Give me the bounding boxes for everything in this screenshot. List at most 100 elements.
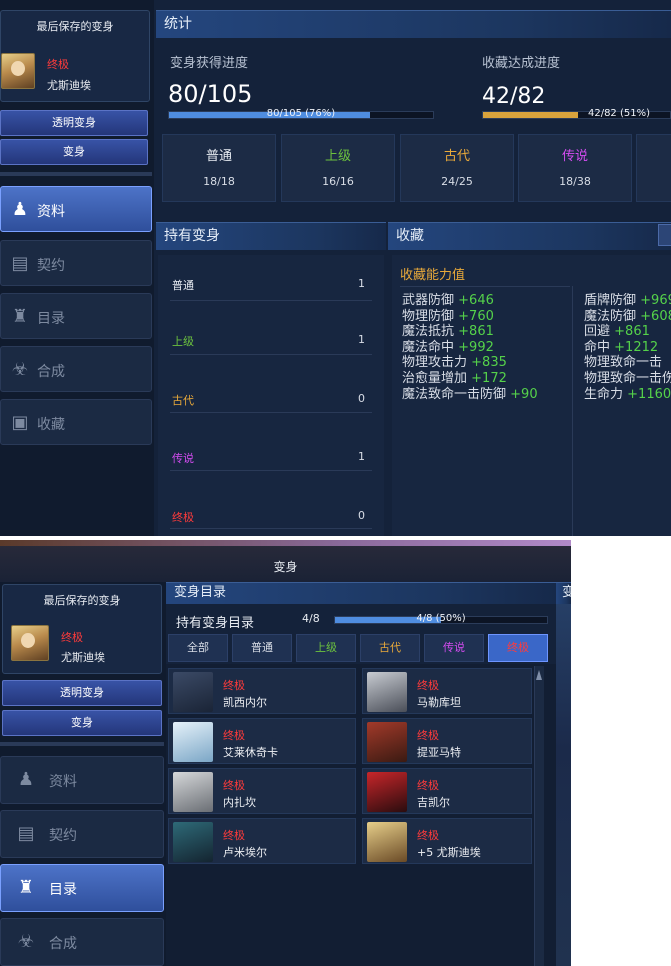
nav-item-catalog[interactable]: ♜ 目录 xyxy=(0,864,164,912)
nav-label: 目录 xyxy=(49,882,77,898)
nav-item-profile[interactable]: ♟ 资料 xyxy=(0,186,152,232)
transparent-transform-button[interactable]: 透明变身 xyxy=(0,110,148,136)
ability-label: 回避 xyxy=(584,324,611,340)
ability-label: 物理致命一击伤 xyxy=(584,370,671,386)
tab-label: 终极 xyxy=(507,641,529,654)
divider xyxy=(0,172,152,176)
ability-label: 物理防御 xyxy=(402,308,455,324)
avatar xyxy=(367,772,407,812)
nav-label: 目录 xyxy=(37,311,65,327)
ability-value: +608 xyxy=(640,308,671,324)
nav-label: 资料 xyxy=(37,204,65,220)
tab-ancient[interactable]: 古代 xyxy=(360,634,420,662)
grade-name: 古代 xyxy=(443,149,470,164)
transform-button[interactable]: 变身 xyxy=(0,139,148,165)
person-icon: ♟ xyxy=(17,769,35,790)
window-title: 变身 xyxy=(273,560,298,574)
ability-value: +172 xyxy=(471,370,507,386)
nav-item-contract[interactable]: ▤ 契约 xyxy=(0,240,152,286)
ability-value: +969 xyxy=(640,293,671,308)
owned-header: 持有变身 xyxy=(156,222,386,250)
tab-label: 上级 xyxy=(315,641,337,654)
ability-label: 物理攻击力 xyxy=(402,355,468,371)
acquire-value: 80/105 xyxy=(168,80,253,108)
avatar xyxy=(173,822,213,862)
avatar xyxy=(367,722,407,762)
nav-label: 契约 xyxy=(49,828,77,844)
tab-legend[interactable]: 传说 xyxy=(424,634,484,662)
owned-count: 4/8 xyxy=(302,612,320,625)
window-titlebar: 变身 xyxy=(0,540,571,582)
card-rank: 终极 xyxy=(417,729,439,742)
grade-name: 上级 xyxy=(324,149,351,164)
nav-item-contract[interactable]: ▤ 契约 xyxy=(0,810,164,858)
collect-bar-label: 42/82 (51%) xyxy=(587,108,650,119)
ability-value: +992 xyxy=(458,339,494,355)
nav-item-profile[interactable]: ♟ 资料 xyxy=(0,756,164,804)
transform-card[interactable]: 终极 卢米埃尔 xyxy=(168,818,356,864)
nav-item-synthesis[interactable]: ☣ 合成 xyxy=(0,346,152,392)
card-name: 马勒库坦 xyxy=(417,696,461,709)
ability-value: +835 xyxy=(471,355,507,371)
rank-label: 终极 xyxy=(61,631,83,644)
divider xyxy=(0,742,164,746)
grade-legend: 传说 18/38 xyxy=(518,134,632,202)
transform-button[interactable]: 变身 xyxy=(2,710,162,736)
owned-count: 0 xyxy=(358,509,365,522)
tab-superior[interactable]: 上级 xyxy=(296,634,356,662)
decor-strip xyxy=(0,540,571,546)
ability-value: +861 xyxy=(458,324,494,340)
avatar xyxy=(173,772,213,812)
transform-card[interactable]: 终极 内扎坎 xyxy=(168,768,356,814)
avatar xyxy=(173,722,213,762)
transform-card[interactable]: 终极 马勒库坦 xyxy=(362,668,532,714)
scrollbar[interactable] xyxy=(534,666,544,966)
tab-normal[interactable]: 普通 xyxy=(232,634,292,662)
nav-label: 资料 xyxy=(49,774,77,790)
transform-card[interactable]: 终极 +5 尤斯迪埃 xyxy=(362,818,532,864)
owned-bar-label: 4/8 (50%) xyxy=(416,613,466,624)
ability-value: +760 xyxy=(458,308,494,324)
transform-card[interactable]: 终极 凯西内尔 xyxy=(168,668,356,714)
card-rank: 终极 xyxy=(417,829,439,842)
grade-ancient: 古代 24/25 xyxy=(400,134,514,202)
right-panel xyxy=(556,604,571,966)
tab-all[interactable]: 全部 xyxy=(168,634,228,662)
tab-label: 全部 xyxy=(187,641,209,654)
grade-name: 普通 xyxy=(205,149,232,164)
scroll-up-icon[interactable] xyxy=(536,670,542,680)
nav-item-collection[interactable]: ▣ 收藏 xyxy=(0,399,152,445)
synthesis-icon: ☣ xyxy=(11,359,29,380)
last-saved-title: 最后保存的变身 xyxy=(36,20,114,33)
collection-header: 收藏 xyxy=(388,222,671,250)
tab-label: 传说 xyxy=(443,641,465,654)
acquire-title: 变身获得进度 xyxy=(170,56,249,71)
grade-value: 18/18 xyxy=(203,175,235,188)
nav-item-synthesis[interactable]: ☣ 合成 xyxy=(0,918,164,966)
owned-count: 1 xyxy=(358,333,365,346)
avatar xyxy=(173,672,213,712)
transform-card[interactable]: 终极 提亚马特 xyxy=(362,718,532,764)
divider xyxy=(170,354,372,355)
transform-card[interactable]: 终极 艾莱休奇卡 xyxy=(168,718,356,764)
tab-ultimate[interactable]: 终极 xyxy=(488,634,548,662)
stats-header: 统计 xyxy=(156,10,671,38)
nav-item-catalog[interactable]: ♜ 目录 xyxy=(0,293,152,339)
card-rank: 终极 xyxy=(223,829,245,842)
tab-label: 普通 xyxy=(251,641,273,654)
owned-list: 普通 1 上级 1 古代 0 传说 1 终极 0 xyxy=(158,255,384,536)
divider xyxy=(170,470,372,471)
ability-title: 收藏能力值 xyxy=(400,268,466,283)
divider xyxy=(170,412,372,413)
grade-normal: 普通 18/18 xyxy=(162,134,276,202)
collection-header-button[interactable] xyxy=(658,224,671,246)
ability-label: 魔法抵抗 xyxy=(402,324,455,340)
divider xyxy=(170,528,372,529)
ability-label: 魔法致命一击防御 xyxy=(402,386,507,402)
transform-card[interactable]: 终极 吉凯尔 xyxy=(362,768,532,814)
ability-label: 盾牌防御 xyxy=(584,293,637,308)
card-rank: 终极 xyxy=(417,679,439,692)
nav-label: 契约 xyxy=(37,258,65,274)
sidebar: 最后保存的变身 终极 尤斯迪埃 透明变身 变身 ♟ 资料 ▤ 契约 ♜ 目录 ☣… xyxy=(0,582,166,966)
transparent-transform-button[interactable]: 透明变身 xyxy=(2,680,162,706)
